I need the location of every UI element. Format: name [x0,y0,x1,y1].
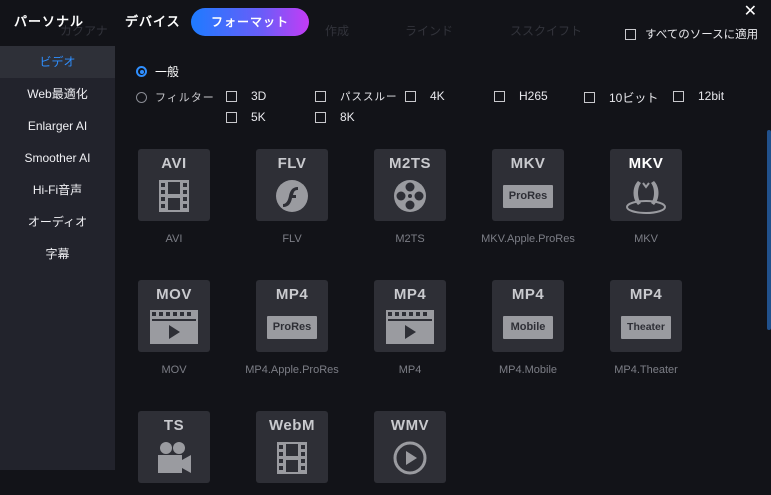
filter-label: パススルー [340,91,398,103]
radio-general-button[interactable] [136,66,147,77]
filter-label: 12bit [698,89,725,103]
format-icon[interactable]: MKV ProRes [492,149,564,221]
format-icon[interactable]: M2TS [374,149,446,221]
filter-label: 8K [340,110,355,124]
checkbox-box[interactable] [494,90,505,102]
prores-tag: ProRes [256,308,328,346]
format-icon-title: MKV [510,155,546,172]
film-icon [256,439,328,477]
radio-filter[interactable]: フィルター [136,89,215,105]
format-icon-title: MOV [156,286,192,303]
radio-general-label: 一般 [155,65,180,79]
checkbox-box[interactable] [315,111,326,123]
format-icon[interactable]: MKV [610,149,682,221]
format-tile-mkv[interactable]: MKV MKV [576,149,716,245]
scrollbar[interactable] [767,130,771,330]
checkbox-box[interactable] [673,90,684,102]
format-tag: Mobile [503,315,553,339]
sidebar-item-smoother-ai[interactable]: Smoother AI [0,142,115,174]
filter-4k[interactable]: 4K [405,89,445,103]
format-icon-title: MP4 [629,286,663,303]
checkbox-box[interactable] [584,92,595,103]
format-icon-title: FLV [277,155,307,172]
checkbox-box[interactable] [315,91,326,102]
format-icon[interactable]: MP4 Mobile [492,280,564,352]
radio-general[interactable]: 一般 [136,63,179,80]
apply-all-checkbox[interactable]: すべてのソースに適用 [625,26,758,42]
format-icon[interactable]: FLV [256,149,328,221]
format-icon[interactable]: WMV [374,411,446,483]
filter-12bit[interactable]: 12bit [673,89,724,103]
film-icon [138,177,210,215]
filter-label: 3D [251,89,267,103]
format-icon-title: MP4 [511,286,545,303]
play-circle-icon [374,439,446,477]
checkbox-box[interactable] [226,90,237,102]
tab-personal[interactable]: パーソナル [14,8,84,36]
format-icon-title: M2TS [388,155,431,172]
reel-icon [374,177,446,215]
film-play-icon [138,308,210,346]
sidebar-item-subtitle[interactable]: 字幕 [0,238,115,270]
format-icon-title: MP4 [393,286,427,303]
sidebar-item-video[interactable]: ビデオ [0,46,115,78]
filter-h265[interactable]: H265 [494,89,548,103]
format-icon-title: WMV [390,417,430,434]
format-label: MP4.Theater [614,364,678,376]
radio-filter-button[interactable] [136,91,147,103]
format-tag: ProRes [503,184,553,208]
format-icon-title: TS [163,417,185,434]
matroska-icon [610,177,682,215]
filter-5k[interactable]: 5K [226,110,266,124]
theater-tag: Theater [610,308,682,346]
format-icon[interactable]: MP4 ProRes [256,280,328,352]
format-tile-wmv[interactable]: WMV [340,411,480,495]
sidebar-item-enlarger-ai[interactable]: Enlarger AI [0,110,115,142]
format-icon[interactable]: MOV [138,280,210,352]
camera-icon [138,439,210,477]
format-tag: ProRes [267,315,317,339]
prores-tag: ProRes [492,177,564,215]
format-icon[interactable]: TS [138,411,210,483]
sidebar-item-web-optimize[interactable]: Web最適化 [0,78,115,110]
format-icon[interactable]: AVI [138,149,210,221]
format-tile-mp4-theater[interactable]: MP4 Theater MP4.Theater [576,280,716,376]
radio-filter-label: フィルター [155,92,215,104]
checkbox-box[interactable] [405,90,416,102]
format-icon-title: MP4 [275,286,309,303]
mobile-tag: Mobile [492,308,564,346]
checkbox-box[interactable] [226,111,237,123]
filter-3d[interactable]: 3D [226,89,266,103]
filter-10bit[interactable]: 10ビット [584,89,658,106]
format-icon-title: WebM [269,417,315,434]
flash-icon [256,177,328,215]
format-icon-title: MKV [628,155,664,172]
format-tag: Theater [621,315,671,339]
format-icon[interactable]: WebM [256,411,328,483]
filter-8k[interactable]: 8K [315,110,355,124]
filter-label: 4K [430,89,445,103]
filter-label: 5K [251,110,266,124]
sidebar-item-audio[interactable]: オーディオ [0,206,115,238]
apply-all-label: すべてのソースに適用 [645,29,759,41]
filter-label: 10ビット [609,91,659,105]
filter-label: H265 [519,89,548,103]
format-icon[interactable]: MP4 [374,280,446,352]
tab-device[interactable]: デバイス [125,8,181,36]
tab-format[interactable]: フォーマット [191,8,309,36]
close-icon[interactable]: ✕ [744,4,757,20]
film-play-icon [374,308,446,346]
filter-passthrough[interactable]: パススルー [315,89,398,104]
sidebar: ビデオ Web最適化 Enlarger AI Smoother AI Hi-Fi… [0,46,115,470]
sidebar-item-hifi-audio[interactable]: Hi-Fi音声 [0,174,115,206]
format-icon[interactable]: MP4 Theater [610,280,682,352]
format-icon-title: AVI [161,155,187,172]
checkbox-box[interactable] [625,28,636,40]
format-label: MKV [634,233,658,245]
